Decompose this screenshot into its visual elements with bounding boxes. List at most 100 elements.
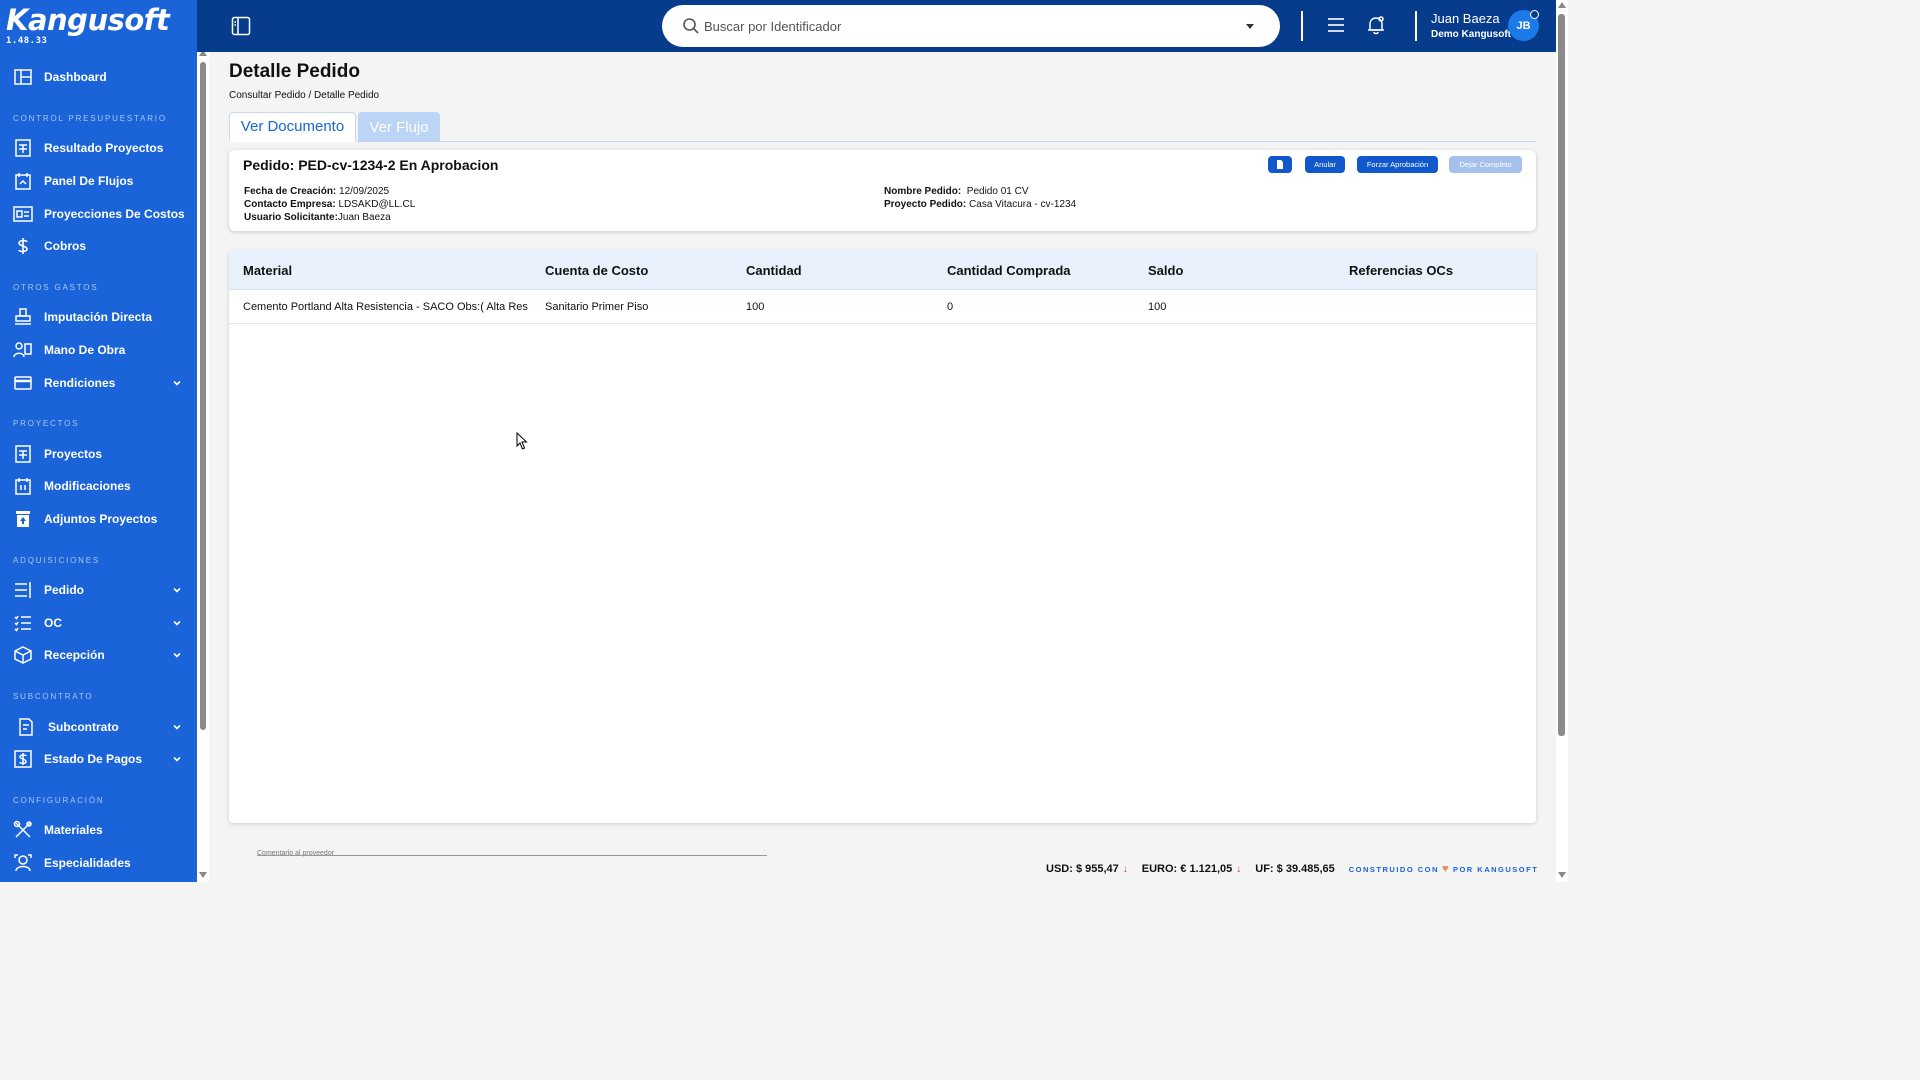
cell-cantidad-comprada: 0: [947, 301, 954, 313]
section-configuracion: CONFIGURACIÓN: [13, 796, 105, 805]
page-title: Detalle Pedido: [229, 61, 360, 82]
document-button[interactable]: [1268, 156, 1292, 173]
specialist-icon: [13, 853, 33, 873]
checklist-icon: [13, 613, 33, 633]
chevron-down-icon: [173, 620, 181, 626]
search-bar[interactable]: [662, 5, 1280, 47]
sidebar-item-label: Pedido: [44, 583, 85, 597]
section-adquisiciones: ADQUISICIONES: [13, 556, 100, 565]
section-proyectos: PROYECTOS: [13, 419, 80, 428]
sidebar-toggle-icon[interactable]: [231, 16, 251, 36]
sidebar-item-adjuntos-proyectos[interactable]: Adjuntos Proyectos: [0, 504, 197, 534]
sidebar-item-label: Especialidades: [44, 856, 131, 870]
sidebar-item-proyectos[interactable]: Proyectos: [0, 439, 197, 469]
sidebar-item-label: Proyecciones De Costos: [44, 207, 185, 221]
sidebar-item-resultado-proyectos[interactable]: Resultado Proyectos: [0, 133, 197, 163]
sidebar-item-proyecciones-de-costos[interactable]: Proyecciones De Costos: [0, 199, 197, 229]
usuario-solicitante-value: Juan Baeza: [337, 212, 391, 223]
column-header-saldo[interactable]: Saldo: [1148, 263, 1183, 278]
sidebar-item-label: Dashboard: [44, 70, 107, 84]
tab-ver-flujo[interactable]: Ver Flujo: [358, 112, 440, 142]
sidebar-item-label: Mano De Obra: [44, 343, 126, 357]
comment-field[interactable]: Comentario al proveedor: [229, 832, 1536, 858]
sidebar-item-recepcion[interactable]: Recepción: [0, 640, 197, 670]
column-header-material[interactable]: Material: [243, 263, 292, 278]
workers-icon: [13, 340, 33, 360]
sidebar-item-especialidades[interactable]: Especialidades: [0, 848, 197, 878]
scroll-thumb[interactable]: [1558, 14, 1565, 736]
menu-icon[interactable]: [1327, 16, 1345, 34]
search-input[interactable]: [704, 16, 1224, 36]
footer: USD: $ 955,47 ↓ EURO: € 1.121,05 ↓ UF: $ 3…: [1046, 861, 1538, 877]
topbar: Juan Baeza Demo Kangusoft JB: [197, 0, 1568, 52]
built-with-label[interactable]: CONSTRUIDO CON ♥ POR KANGUSOFT: [1349, 863, 1539, 875]
scroll-thumb[interactable]: [200, 62, 206, 730]
sidebar-item-label: Panel De Flujos: [44, 174, 134, 188]
sidebar-item-panel-de-flujos[interactable]: Panel De Flujos: [0, 166, 197, 196]
forzar-aprobacion-button[interactable]: Forzar Aprobación: [1357, 156, 1438, 173]
contacto-empresa-label: Contacto Empresa:: [244, 199, 336, 210]
materials-table: Material Cuenta de Costo Cantidad Cantid…: [229, 250, 1536, 823]
page-scrollbar[interactable]: [1556, 0, 1568, 882]
sidebar-item-subcontrato[interactable]: Subcontrato: [0, 712, 197, 742]
sidebar-item-imputacion-directa[interactable]: Imputación Directa: [0, 302, 197, 332]
section-otros-gastos: OTROS GASTOS: [13, 283, 99, 292]
logo[interactable]: Kangusoft: [6, 2, 170, 38]
tab-bar: Ver Documento Ver Flujo: [229, 112, 1536, 142]
anular-button[interactable]: Anular: [1305, 156, 1345, 173]
divider: [1415, 11, 1417, 41]
divider: [1301, 11, 1303, 41]
cell-saldo: 100: [1148, 301, 1167, 313]
contract-icon: [16, 717, 36, 737]
card-icon: [13, 373, 33, 393]
sidebar-item-pedido[interactable]: Pedido: [0, 575, 197, 605]
cell-material: Cemento Portland Alta Resistencia - SACO…: [243, 301, 528, 313]
sidebar-item-label: Rendiciones: [44, 376, 116, 390]
breadcrumb[interactable]: Consultar Pedido / Detalle Pedido: [229, 90, 379, 101]
table-header: Material Cuenta de Costo Cantidad Cantid…: [229, 250, 1536, 290]
order-header-card: Pedido: PED-cv-1234-2 En Aprobacion Anul…: [229, 150, 1536, 231]
built-suffix: POR KANGUSOFT: [1452, 864, 1539, 874]
column-header-cuenta-de-costo[interactable]: Cuenta de Costo: [545, 263, 648, 278]
column-header-cantidad[interactable]: Cantidad: [746, 263, 802, 278]
heart-icon: ♥: [1441, 863, 1450, 875]
sidebar-scrollbar[interactable]: [197, 48, 209, 882]
user-name[interactable]: Juan Baeza: [1431, 11, 1500, 26]
nombre-pedido-value: Pedido 01 CV: [966, 186, 1029, 197]
cell-cantidad: 100: [746, 301, 765, 313]
section-control-presupuestario: CONTROL PRESUPUESTARIO: [13, 114, 167, 123]
sidebar-item-label: Adjuntos Proyectos: [44, 512, 158, 526]
sidebar-item-label: Cobros: [44, 239, 86, 253]
dejar-completo-button[interactable]: Dejar Completo: [1449, 156, 1522, 173]
mouse-cursor-icon: [516, 432, 528, 450]
sidebar-item-dashboard[interactable]: Dashboard: [0, 62, 197, 92]
usd-rate-value: USD: $ 955,47: [1046, 863, 1119, 875]
search-icon: [683, 18, 699, 34]
scroll-down-arrow[interactable]: [1558, 872, 1566, 878]
column-header-cantidad-comprada[interactable]: Cantidad Comprada: [947, 263, 1071, 278]
chevron-down-icon: [173, 587, 181, 593]
scroll-up-arrow[interactable]: [1558, 2, 1566, 8]
sidebar-item-cobros[interactable]: Cobros: [0, 231, 197, 261]
sidebar-item-materiales[interactable]: Materiales: [0, 815, 197, 845]
table-row[interactable]: Cemento Portland Alta Resistencia - SACO…: [229, 290, 1536, 324]
fecha-creacion-row: Fecha de Creación: 12/09/2025: [244, 186, 389, 197]
usd-rate: USD: $ 955,47 ↓: [1046, 863, 1128, 875]
status-dot: [1530, 10, 1539, 19]
dollar-icon: [13, 236, 33, 256]
sidebar-item-label: OC: [44, 616, 62, 630]
sidebar-item-modificaciones[interactable]: Modificaciones: [0, 471, 197, 501]
sidebar-item-rendiciones[interactable]: Rendiciones: [0, 368, 197, 398]
section-subcontrato: SUBCONTRATO: [13, 692, 94, 701]
bell-icon[interactable]: [1367, 15, 1385, 35]
brand[interactable]: Kangusoft 1.48.33: [6, 2, 170, 46]
sidebar-item-mano-de-obra[interactable]: Mano De Obra: [0, 335, 197, 365]
column-header-referencias-ocs[interactable]: Referencias OCs: [1349, 263, 1453, 278]
scroll-down-arrow[interactable]: [199, 872, 207, 878]
caret-down-icon[interactable]: [1246, 24, 1254, 29]
user-company: Demo Kangusoft: [1431, 29, 1511, 40]
tab-ver-documento[interactable]: Ver Documento: [229, 112, 356, 142]
chevron-down-icon: [173, 652, 181, 658]
sidebar-item-estado-de-pagos[interactable]: Estado De Pagos: [0, 744, 197, 774]
sidebar-item-oc[interactable]: OC: [0, 608, 197, 638]
